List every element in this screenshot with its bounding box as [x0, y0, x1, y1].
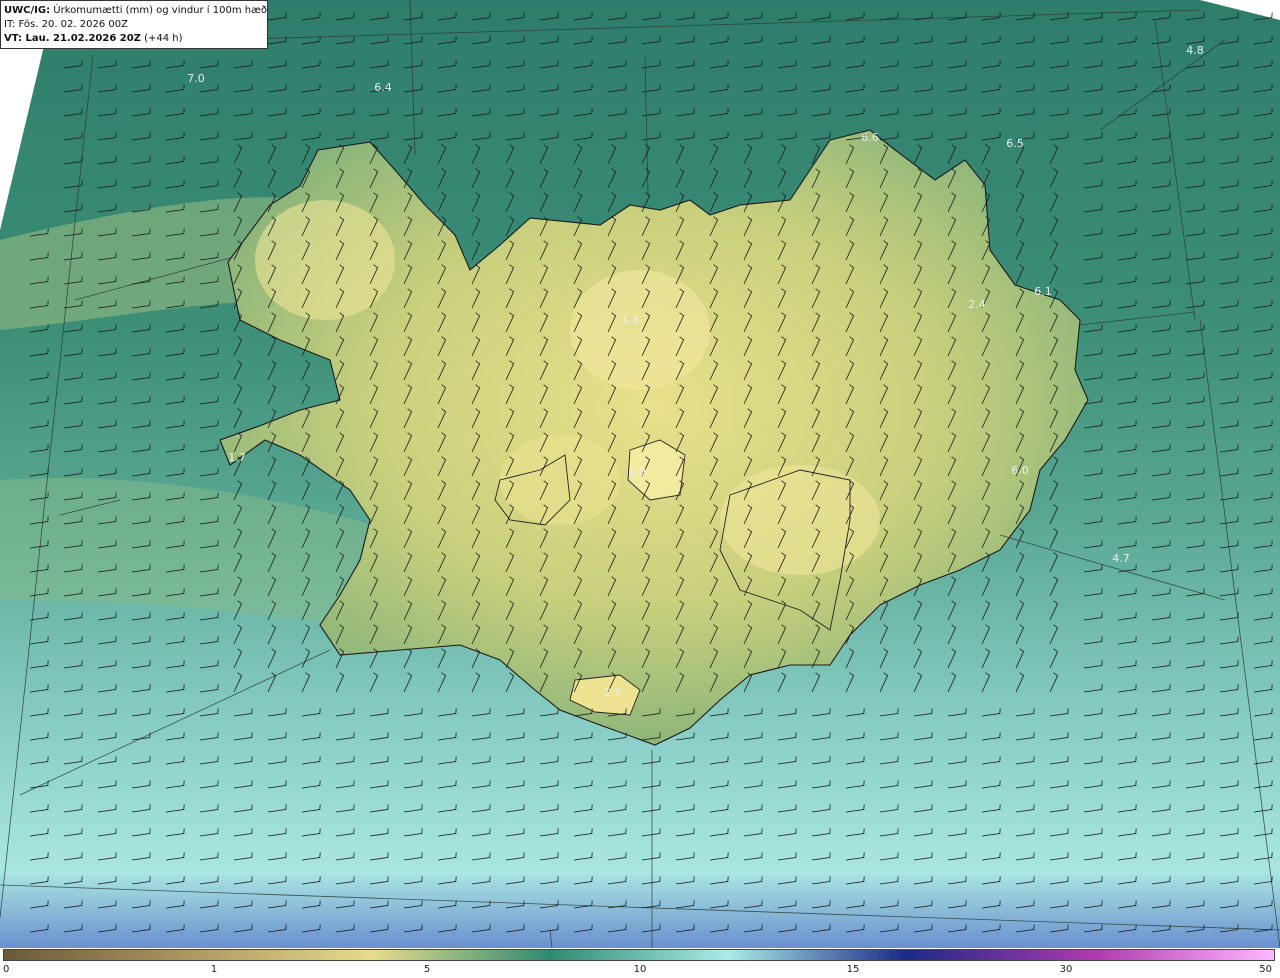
colorbar-tick: 15: [846, 964, 860, 975]
precip-value: 7.0: [187, 72, 205, 85]
precip-value: 6.0: [1011, 464, 1029, 477]
precip-value: 6.6: [861, 131, 879, 144]
highland-area: [570, 270, 710, 390]
weather-map: 7.0 6.4 4.8 6.6 6.5 6.1 2.4 1.3 1.0 6.0 4.7 1.7 2.5: [0, 0, 1280, 948]
issue-time: IT: Fös. 20. 02. 2026 00Z: [4, 19, 128, 30]
map-area[interactable]: 7.0 6.4 4.8 6.6 6.5 6.1 2.4 1.3 1.0 6.0 4.7 1.7 2.5 …: [0, 0, 1280, 948]
precip-value: 2.5: [604, 686, 622, 699]
precip-value: 2.4: [968, 298, 986, 311]
colorbar-tick: 50: [1259, 964, 1272, 975]
model-label: UWC/IG:: [4, 5, 51, 16]
precip-value: 1.0: [628, 465, 646, 478]
valid-time-row: VT: Lau. 21.02.2026 20Z (+44 h): [4, 32, 264, 46]
highland-area: [255, 200, 395, 320]
colorbar-tick: 5: [423, 964, 431, 975]
valid-time: VT: Lau. 21.02.2026 20Z: [4, 33, 141, 44]
precip-value: 1.3: [621, 313, 639, 326]
title-row: UWC/IG: Úrkomumætti (mm) og vindur í 100…: [4, 4, 268, 18]
forecast-lead: (+44 h): [140, 33, 183, 44]
map-info-box: UWC/IG: Úrkomumætti (mm) og vindur í 100…: [0, 0, 268, 49]
colorbar-container: 0 1 5 10 15 30 50: [0, 948, 1280, 978]
colorbar-tick: 30: [1059, 964, 1073, 975]
precip-value: 1.7: [228, 451, 246, 464]
precip-value: 4.7: [1112, 552, 1130, 565]
field-description: Úrkomumætti (mm) og vindur í 100m hæð: [50, 5, 268, 16]
highland-area: [720, 465, 880, 575]
colorbar-tick: 0: [3, 964, 10, 975]
precip-value: 6.1: [1034, 285, 1052, 298]
colorbar: [3, 949, 1275, 961]
precip-value: 6.4: [374, 81, 392, 94]
precip-value: 4.8: [1186, 44, 1204, 57]
precip-value: 6.5: [1006, 137, 1024, 150]
colorbar-tick: 1: [210, 964, 218, 975]
highland-area: [500, 435, 620, 525]
colorbar-tick: 10: [633, 964, 647, 975]
